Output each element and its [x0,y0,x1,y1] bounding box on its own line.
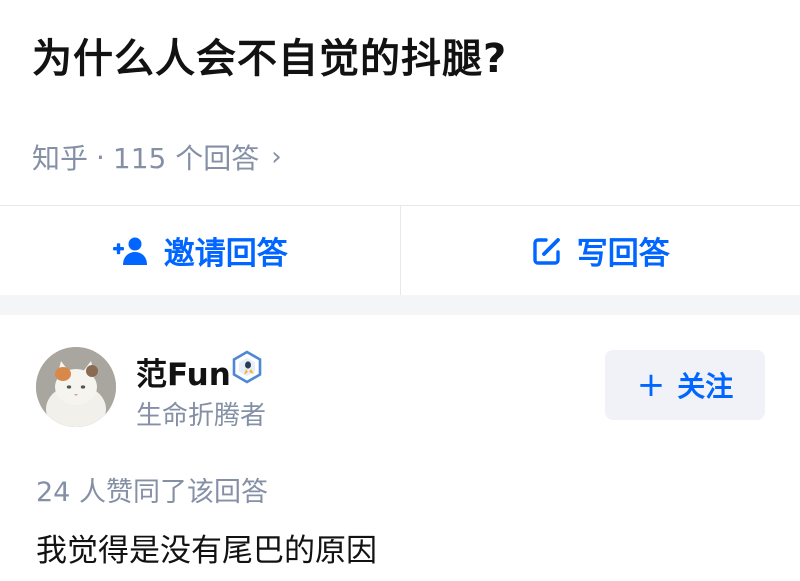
answer-count: 115 个回答 [112,142,260,175]
plus-icon: + [636,365,666,405]
question-title[interactable]: 为什么人会不自觉的抖腿? [32,26,507,84]
follow-button[interactable]: + 关注 [605,350,765,420]
verified-badge-icon [232,350,262,384]
avatar[interactable] [36,347,116,427]
meta-separator: · [96,140,105,174]
add-person-icon [112,237,147,265]
vote-count: 24 人赞同了该回答 [36,477,268,508]
invite-answer-button[interactable]: 邀请回答 [0,206,400,295]
edit-icon [533,237,560,265]
follow-label: 关注 [677,370,734,403]
cat-avatar-image [36,347,116,427]
author-bio: 生命折腾者 [136,401,267,431]
write-answer-button[interactable]: 写回答 [399,206,800,295]
author-name[interactable]: 范Fun [136,349,231,394]
section-divider [0,295,800,315]
answer-card: 范Fun 生命折腾者 + 关注 24 人赞同了该回答 我觉得是没有尾巴的原因 [0,315,800,581]
question-header: 为什么人会不自觉的抖腿? 知乎 · 115 个回答 › [0,0,800,205]
answer-content[interactable]: 我觉得是没有尾巴的原因 [36,525,377,570]
write-answer-label: 写回答 [576,236,670,272]
question-meta[interactable]: 知乎 · 115 个回答 › [32,137,282,177]
source-label: 知乎 [32,142,89,175]
invite-answer-label: 邀请回答 [163,236,288,272]
action-bar: 邀请回答 写回答 [0,205,800,295]
chevron-right-icon: › [271,142,282,172]
